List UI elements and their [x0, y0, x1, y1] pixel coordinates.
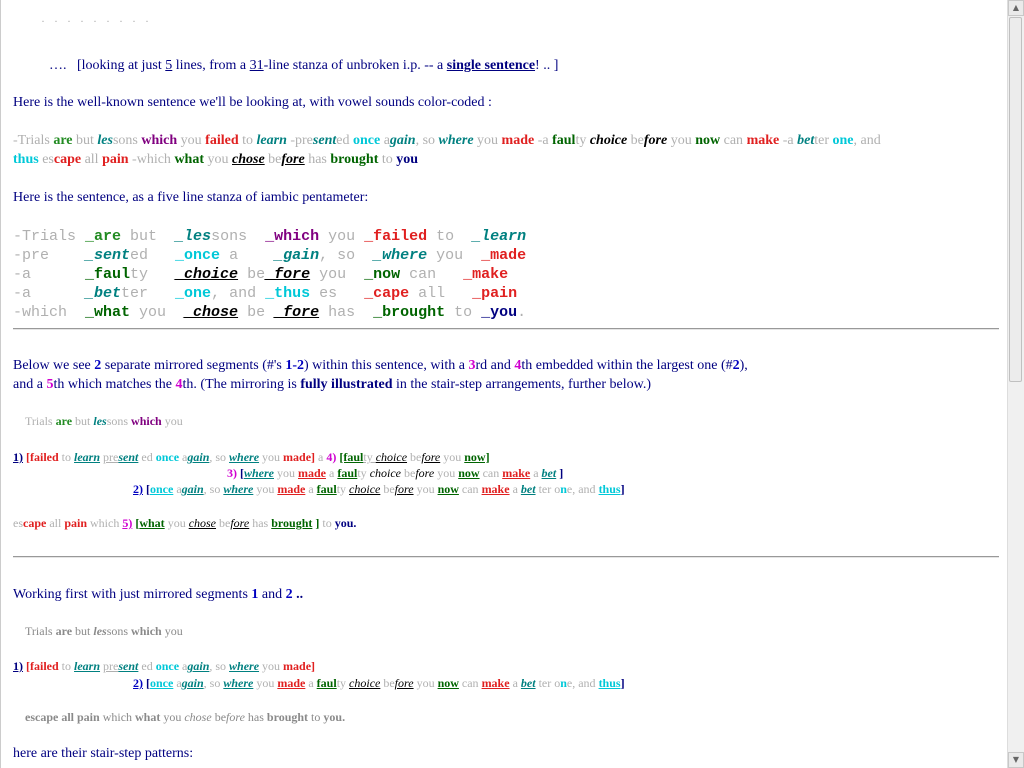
stair-heading: here are their stair-step patterns:: [13, 746, 194, 761]
segment-2-label: 2): [133, 482, 143, 496]
fully-illustrated: fully illustrated: [300, 377, 393, 392]
mirror-explanation-line-1: Below we see 2 separate mirrored segment…: [13, 358, 748, 374]
top-fragment: · · · · · · · · ·: [41, 14, 152, 28]
below-f: ),: [739, 358, 748, 373]
intro-tail: ! .. ]: [535, 58, 559, 73]
below-n2b: 2: [732, 358, 740, 373]
color-coded-sentence-line-1: -Trials are but lessons which you failed…: [13, 133, 881, 148]
intro-lead: ….: [49, 58, 67, 73]
segment-1-row: 1) [failed to learn present ed once agai…: [13, 450, 490, 464]
sentence-heading: Here is the well-known sentence we'll be…: [13, 95, 492, 110]
intro-line: …. [looking at just 5 lines, from a 31-l…: [49, 58, 558, 74]
below-e: th embedded within the largest one (#: [521, 358, 733, 373]
stanza-line-3: -a _faulty _choice be_fore you _now can …: [13, 266, 509, 283]
working-a: Working first with just mirrored segment…: [13, 587, 248, 602]
segment-5-label: 5): [122, 516, 133, 530]
document-page: · · · · · · · · · …. [looking at just 5 …: [0, 0, 1008, 768]
divider-1: [13, 328, 999, 330]
escape-line-b: escape all pain which what you chose bef…: [25, 710, 346, 724]
segment-1-label: 1): [13, 450, 23, 464]
divider-2: [13, 556, 999, 558]
working-n1: 1: [251, 587, 259, 602]
scrollbar-thumb[interactable]: [1009, 17, 1022, 382]
below-c: ) within this sentence, with a: [304, 358, 465, 373]
stanza-line-1: -Trials _are but _lessons _which you _fa…: [13, 228, 527, 245]
single-sentence-link[interactable]: single sentence: [447, 58, 535, 73]
segment-4-label: 4): [326, 450, 337, 464]
segment-2-row: 2) [once again, so where you made a faul…: [133, 482, 625, 496]
working-and: and: [261, 587, 283, 602]
segment-2-label-b: 2): [133, 676, 143, 690]
intro-pre: [looking at just: [77, 58, 162, 73]
below-n4b: 4: [175, 377, 183, 392]
five-line-heading: Here is the sentence, as a five line sta…: [13, 190, 369, 205]
below-g: and a: [13, 377, 43, 392]
below-h: th which matches the: [53, 377, 173, 392]
segment-2-row-b: 2) [once again, so where you made a faul…: [133, 676, 625, 690]
below-b: separate mirrored segments (#'s: [104, 358, 282, 373]
scroll-up-icon[interactable]: ▲: [1008, 0, 1024, 16]
color-coded-sentence-line-2: thus escape all pain -which what you cho…: [13, 152, 419, 167]
working-n2: 2: [285, 587, 293, 602]
stanza-line-5: -which _what you _chose be _fore has _br…: [13, 304, 527, 321]
below-n2: 2: [94, 358, 102, 373]
working-heading: Working first with just mirrored segment…: [13, 587, 303, 603]
below-a: Below we see: [13, 358, 91, 373]
stanza-line-2: -pre _sented _once a _gain, so _where yo…: [13, 247, 527, 264]
seg-prefix-line: Trials are but lessons which you: [25, 414, 183, 428]
segment-3-row: 3) [where you made a faulty choice befor…: [227, 466, 564, 480]
vertical-scrollbar[interactable]: ▲ ▼: [1007, 0, 1024, 768]
mirror-explanation-line-2: and a 5th which matches the 4th. (The mi…: [13, 377, 651, 393]
below-j: in the stair-step arrangements, further …: [396, 377, 651, 392]
working-tail: ..: [296, 587, 304, 602]
below-d: rd and: [475, 358, 511, 373]
intro-mid1: lines, from a: [175, 58, 247, 73]
stanza-line-4: -a _better _one, and _thus es _cape all …: [13, 285, 518, 302]
seg-prefix-line-2: Trials are but lessons which you: [25, 624, 183, 638]
scroll-down-icon[interactable]: ▼: [1008, 752, 1024, 768]
intro-mid2: -line stanza of unbroken i.p. -- a: [263, 58, 444, 73]
segment-5-row: escape all pain which 5) [what you chose…: [13, 516, 357, 530]
below-i: th. (The mirroring is: [182, 377, 297, 392]
segment-3-label: 3): [227, 466, 237, 480]
segment-1-row-b: 1) [failed to learn present ed once agai…: [13, 659, 316, 673]
segment-1-label-b: 1): [13, 659, 23, 673]
intro-lines-count: 5: [165, 58, 173, 73]
below-range: 1-2: [285, 358, 305, 373]
intro-stanza-count: 31: [249, 58, 264, 73]
